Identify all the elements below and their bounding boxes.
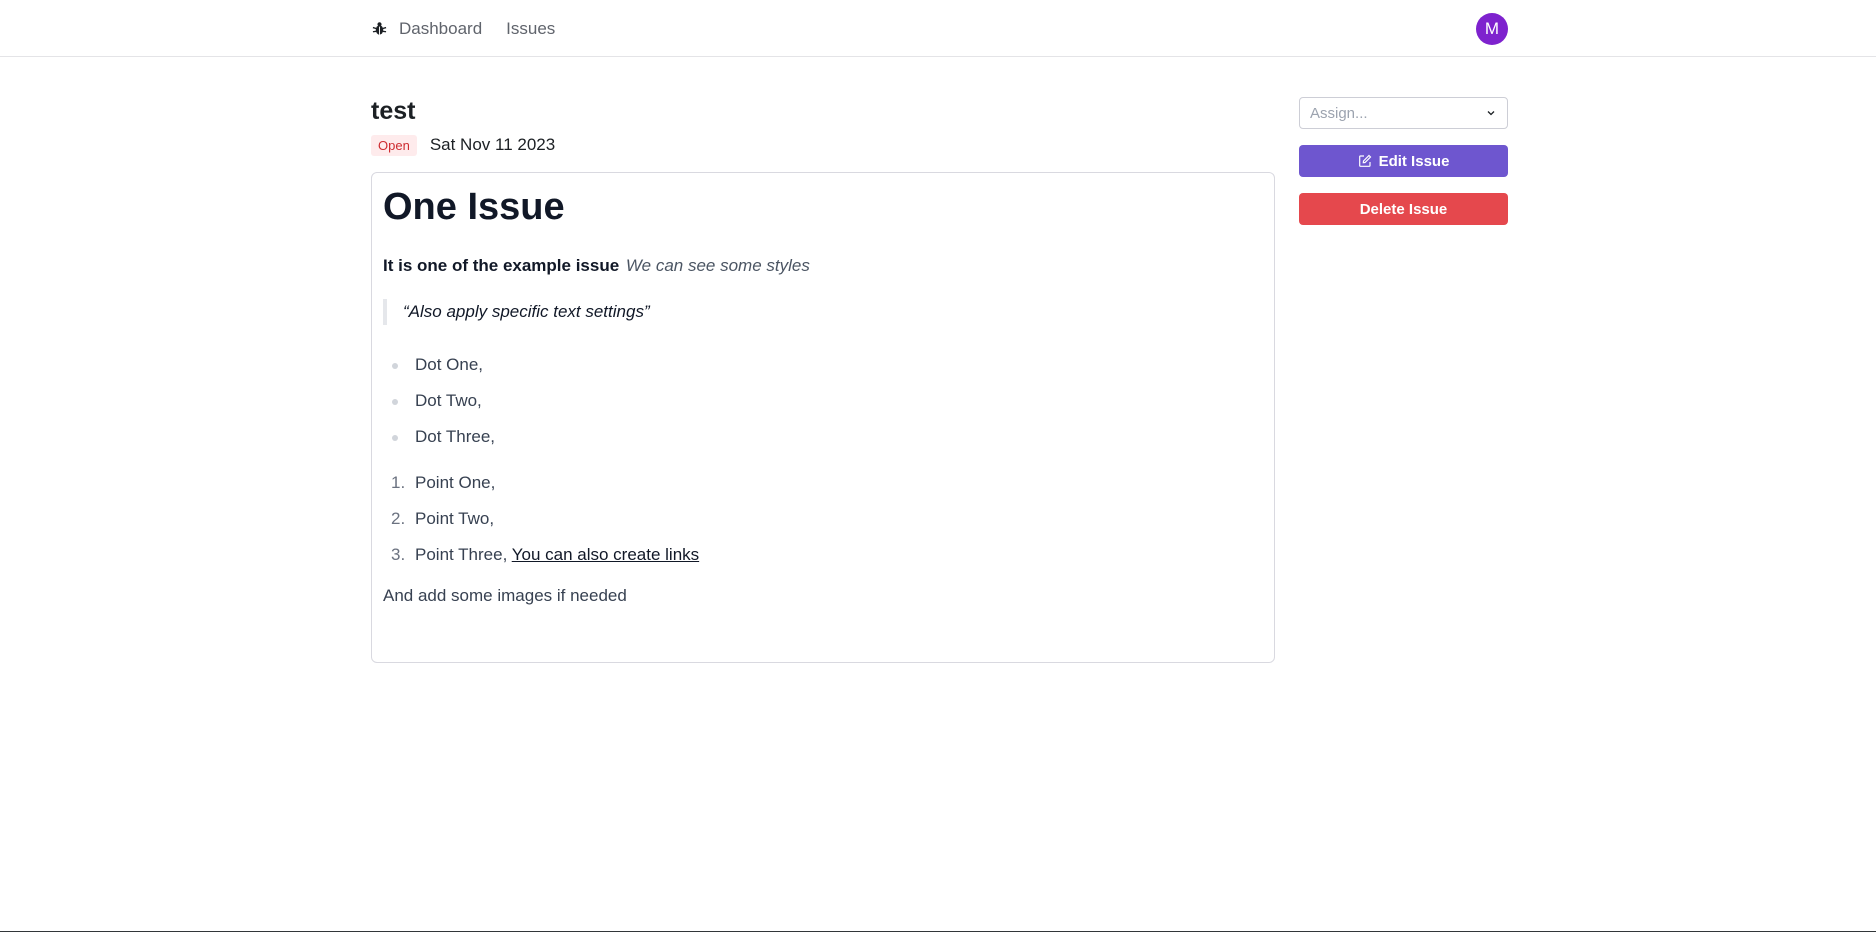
bullet-list: Dot One, Dot Two, Dot Three, (383, 347, 1263, 455)
numbered-item-text: Point Two, (415, 509, 495, 528)
issue-description-card: One Issue It is one of the example issue… (371, 172, 1275, 663)
bold-text: It is one of the example issue (383, 256, 620, 275)
description-link[interactable]: You can also create links (512, 545, 699, 564)
numbered-item-index: 3. (391, 545, 406, 564)
bullet-item: Dot Two, (383, 383, 1263, 419)
numbered-item: 2. Point Two, (383, 501, 1263, 537)
numbered-item-index: 1. (391, 473, 406, 492)
delete-issue-button[interactable]: Delete Issue (1299, 193, 1508, 225)
bug-icon[interactable] (371, 21, 387, 37)
issue-detail: test Open Sat Nov 11 2023 One Issue It i… (371, 95, 1275, 663)
nav-link-issues[interactable]: Issues (506, 19, 555, 39)
assignee-placeholder: Assign... (1310, 104, 1368, 122)
description-heading: One Issue (383, 186, 565, 228)
numbered-list: 1. Point One, 2. Point Two, 3. Point Thr… (383, 465, 1263, 573)
assignee-select[interactable]: Assign... (1299, 97, 1508, 129)
chevron-down-icon (1485, 107, 1497, 119)
edit-issue-button[interactable]: Edit Issue (1299, 145, 1508, 177)
numbered-item-index: 2. (391, 509, 406, 528)
description-quote: “Also apply specific text settings” (383, 299, 1263, 325)
status-badge: Open (371, 134, 417, 156)
nav-link-dashboard[interactable]: Dashboard (399, 19, 482, 39)
closing-paragraph: And add some images if needed (383, 586, 627, 605)
issue-actions-sidebar: Assign... Edit Issue Delete Issue (1299, 97, 1508, 225)
bullet-item: Dot One, (383, 347, 1263, 383)
issue-title: test (371, 97, 416, 125)
edit-issue-label: Edit Issue (1378, 152, 1450, 170)
issue-date: Sat Nov 11 2023 (429, 135, 556, 154)
user-avatar[interactable]: M (1476, 12, 1508, 45)
italic-text: We can see some styles (625, 256, 810, 275)
issue-meta: Open Sat Nov 11 2023 (371, 133, 1275, 157)
numbered-item: 1. Point One, (383, 465, 1263, 501)
edit-icon (1358, 154, 1372, 168)
top-navbar: Dashboard Issues M (0, 0, 1876, 57)
description-paragraph: It is one of the example issue We can se… (383, 253, 1263, 279)
numbered-item-text: Point One, (415, 473, 496, 492)
numbered-item-text: Point Three, (415, 545, 508, 564)
nav-bar-inner: Dashboard Issues M (371, 0, 1508, 57)
bullet-item: Dot Three, (383, 419, 1263, 455)
numbered-item: 3. Point Three, You can also create link… (383, 537, 1263, 573)
